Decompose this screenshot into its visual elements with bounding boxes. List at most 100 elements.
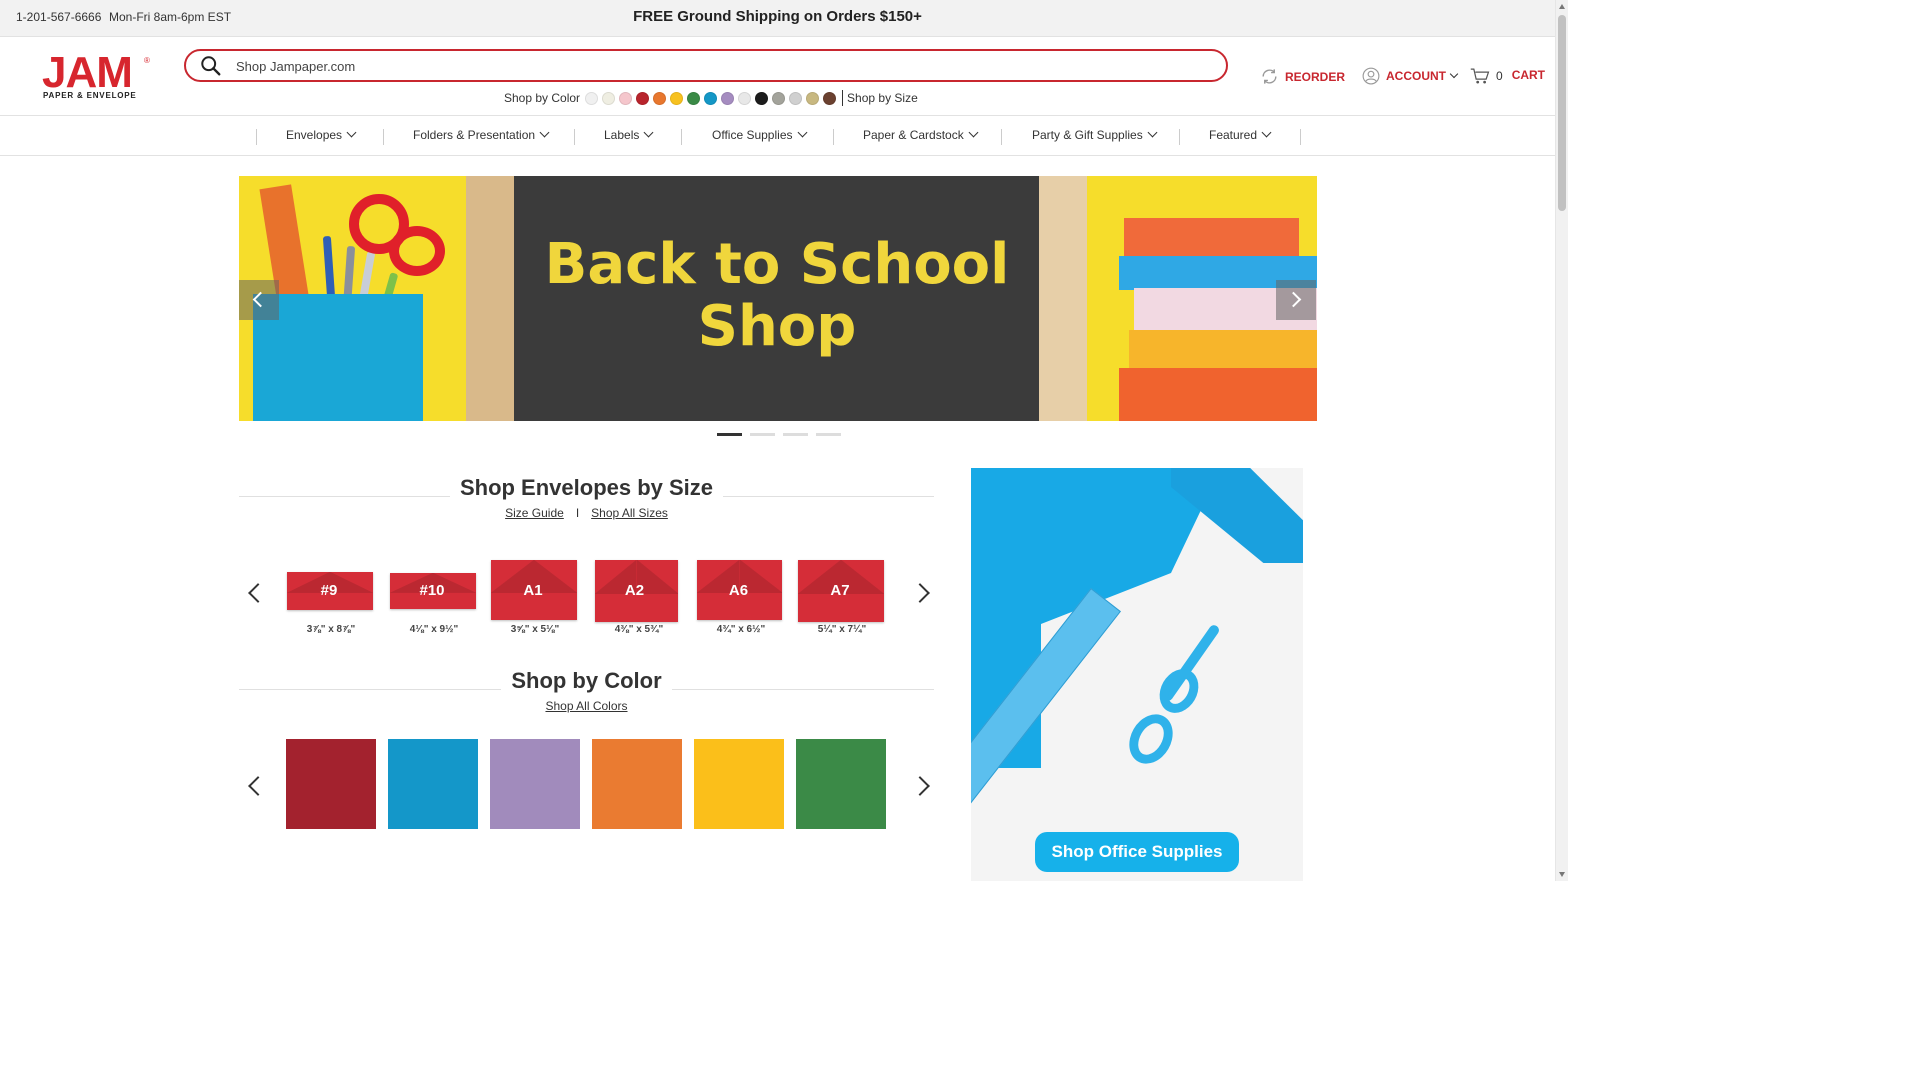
shop-by-size-link[interactable]: Shop by Size [847,91,918,105]
envelope-dimensions: 4⅜" x 5¾" [614,624,664,635]
color-dot[interactable] [585,91,599,105]
nav-label: Office Supplies [712,128,793,142]
color-dot[interactable] [602,91,616,105]
account-label: ACCOUNT [1386,69,1446,83]
nav-label: Labels [604,128,640,142]
nav-divider [256,129,257,145]
color-swatch[interactable] [592,739,682,829]
account-link[interactable]: ACCOUNT [1362,67,1459,85]
nav-divider [574,129,575,145]
link-separator: I [575,506,580,520]
scroll-thumb[interactable] [1558,15,1566,211]
registered-mark: ® [144,56,150,65]
scissors-image [1120,706,1182,772]
envelope-dimensions: 4⅛" x 9½" [409,624,459,635]
search-bar[interactable] [184,49,1228,82]
slide-indicator[interactable] [783,433,808,436]
section-title: Shop by Color [501,668,672,694]
cart-link[interactable]: 0 CART [1470,67,1545,85]
hero-banner[interactable]: Back to School Shop [239,176,1317,421]
cart-label: CART [1511,68,1546,82]
shipping-promo[interactable]: FREE Ground Shipping on Orders $150+ [0,8,1555,25]
hero-next-button[interactable] [1276,280,1316,320]
color-dot[interactable] [704,91,718,105]
nav-labels[interactable]: Labels [604,127,654,142]
colors-next-button[interactable] [910,776,930,796]
book-image [1124,218,1299,258]
nav-divider [681,129,682,145]
size-guide-link[interactable]: Size Guide [505,506,564,520]
color-dot[interactable] [636,91,650,105]
shop-office-supplies-button[interactable]: Shop Office Supplies [1035,832,1239,872]
nav-envelopes[interactable]: Envelopes [286,127,357,142]
chevron-right-icon [1285,291,1302,308]
search-icon[interactable] [200,55,222,77]
nav-paper-cardstock[interactable]: Paper & Cardstock [863,127,979,142]
office-supplies-promo[interactable] [971,468,1303,881]
color-section-links: Shop All Colors [239,699,934,713]
divider [842,90,844,106]
colors-prev-button[interactable] [248,776,268,796]
nav-party-gift[interactable]: Party & Gift Supplies [1032,127,1158,142]
refresh-icon [1262,69,1277,84]
chevron-down-icon [1147,127,1158,138]
nav-divider [833,129,834,145]
reorder-link[interactable]: REORDER [1260,67,1345,86]
color-swatch[interactable] [388,739,478,829]
shop-by-color-bar: Shop by Color Shop by Size [504,89,918,107]
chevron-down-icon [797,127,807,138]
page-scrollbar[interactable] [1555,0,1568,881]
book-image [1119,368,1317,421]
color-dot[interactable] [823,91,837,105]
slide-indicator[interactable] [717,433,742,436]
nav-office-supplies[interactable]: Office Supplies [712,127,807,142]
cart-count: 0 [1496,69,1503,83]
book-image [1129,330,1317,370]
color-dot[interactable] [755,91,769,105]
chalkboard-frame [1039,176,1087,421]
color-dot[interactable] [806,91,820,105]
envelopes-section-links: Size Guide I Shop All Sizes [239,506,934,520]
chevron-down-icon [539,127,550,138]
search-input[interactable] [234,55,1194,77]
color-swatch[interactable] [286,739,376,829]
shop-by-color-link[interactable]: Shop by Color [504,91,580,105]
color-dot[interactable] [687,91,701,105]
envelopes-next-button[interactable] [910,583,930,603]
jam-logo[interactable]: JAM ® PAPER & ENVELOPE [40,48,152,102]
color-dot[interactable] [789,91,803,105]
envelope-dimensions: 3⅞" x 8⅞" [306,624,356,635]
color-dot[interactable] [619,91,633,105]
nav-folders-presentation[interactable]: Folders & Presentation [413,127,550,142]
hero-headline: Back to School Shop [514,234,1040,358]
color-dot[interactable] [653,91,667,105]
scroll-up-arrow[interactable] [1559,4,1565,9]
color-dot[interactable] [772,91,786,105]
scroll-down-arrow[interactable] [1559,872,1565,877]
chevron-down-icon [1261,127,1272,138]
slide-indicator[interactable] [750,433,775,436]
nav-featured[interactable]: Featured [1209,127,1272,142]
color-swatch[interactable] [490,739,580,829]
chevron-down-icon [1449,69,1459,79]
slide-indicator[interactable] [816,433,841,436]
shop-all-sizes-link[interactable]: Shop All Sizes [591,506,668,520]
envelope-dimensions: 5¼" x 7¼" [817,624,867,635]
color-dot[interactable] [738,91,752,105]
color-dot[interactable] [670,91,684,105]
nav-label: Folders & Presentation [413,128,536,142]
color-swatch[interactable] [796,739,886,829]
chevron-left-icon [252,291,269,308]
nav-divider [1300,129,1301,145]
color-swatch[interactable] [694,739,784,829]
nav-label: Party & Gift Supplies [1032,128,1143,142]
envelopes-prev-button[interactable] [248,583,268,603]
shop-all-colors-link[interactable]: Shop All Colors [545,699,627,713]
hero-prev-button[interactable] [239,280,279,320]
nav-divider [1001,129,1002,145]
chevron-down-icon [346,127,357,138]
nav-divider [1179,129,1180,145]
scissors-image [1151,662,1207,720]
hero-headline-line: Back to School [544,232,1010,297]
color-dot[interactable] [721,91,735,105]
